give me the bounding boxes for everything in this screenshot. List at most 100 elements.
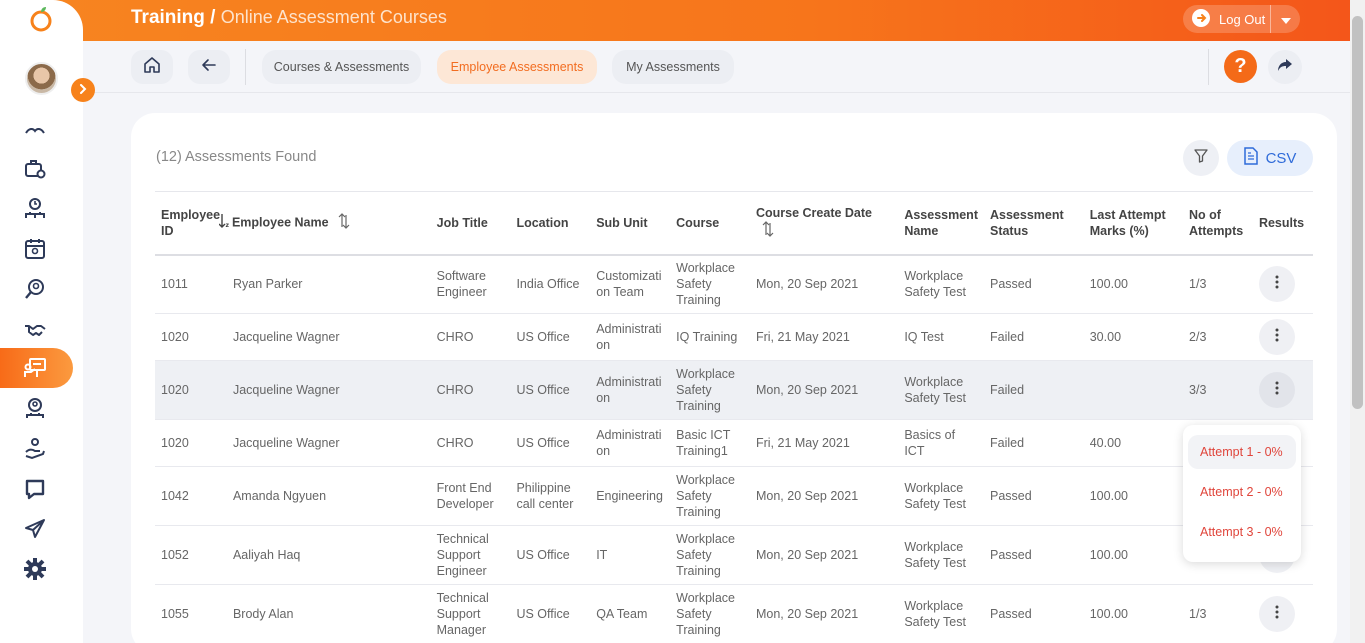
cell-results: [1252, 360, 1313, 420]
user-avatar[interactable]: [25, 62, 58, 95]
kebab-menu-icon: [1275, 381, 1279, 399]
page-scrollbar[interactable]: [1350, 0, 1365, 643]
row-actions-button[interactable]: [1258, 319, 1295, 355]
header-job-title[interactable]: Job Title: [431, 192, 511, 255]
cell-job-title: CHRO: [430, 360, 511, 420]
header-assessment-status[interactable]: Assessment Status: [984, 192, 1084, 255]
table-row: 1020 Jacqueline Wagner CHRO US Office Ad…: [155, 360, 1313, 420]
cell-assessment-name: IQ Test: [898, 313, 984, 361]
header-employee-id[interactable]: Employee ID: [155, 192, 227, 255]
cell-location: Philippine call center: [510, 466, 591, 526]
cell-location: US Office: [510, 313, 591, 361]
cell-employee-name: Aaliyah Haq: [226, 525, 431, 585]
logout-button[interactable]: Log Out: [1183, 5, 1271, 33]
header-course[interactable]: Course: [670, 192, 750, 255]
top-bar: Training / Online Assessment Courses Log…: [0, 0, 1350, 41]
nav-overview-icon[interactable]: [22, 124, 48, 138]
nav-chat-icon[interactable]: [22, 476, 48, 502]
header-course-create-date-label: Course Create Date: [755, 205, 872, 220]
cell-course-create-date: Mon, 20 Sep 2021: [749, 584, 899, 643]
row-actions-button[interactable]: [1258, 372, 1295, 408]
logout-button-group: Log Out: [1183, 5, 1300, 33]
tab-employee-assessments[interactable]: Employee Assessments: [437, 50, 597, 84]
cell-assessment-name: Basics of ICT: [898, 419, 984, 467]
cell-employee-id: 1042: [155, 466, 227, 526]
attempt-3-menu-item[interactable]: Attempt 3 - 0%: [1188, 515, 1296, 549]
cell-last-attempt-marks: 30.00: [1083, 313, 1184, 361]
nav-travel-icon[interactable]: [22, 516, 48, 542]
sort-toggle-icon[interactable]: [338, 212, 350, 233]
cell-employee-name: Amanda Ngyuen: [226, 466, 431, 526]
header-assessment-name[interactable]: Assessment Name: [898, 192, 984, 255]
csv-export-button[interactable]: CSV: [1227, 140, 1313, 176]
row-actions-button[interactable]: [1258, 266, 1295, 303]
nav-benefits-icon[interactable]: [22, 436, 48, 462]
header-results: Results: [1258, 215, 1305, 230]
cell-location: US Office: [510, 525, 591, 585]
cell-location: US Office: [510, 360, 591, 420]
sort-toggle-icon[interactable]: [762, 220, 774, 241]
sort-asc-icon[interactable]: z: [218, 213, 231, 233]
sidebar-expand-button[interactable]: [71, 78, 95, 102]
nav-settings-gear-icon[interactable]: [22, 556, 48, 582]
share-arrow-icon: [1276, 56, 1294, 79]
nav-performance-icon[interactable]: [22, 396, 48, 422]
cell-course: Workplace Safety Training: [670, 525, 750, 585]
cell-last-attempt-marks: 100.00: [1083, 525, 1184, 585]
share-button[interactable]: [1268, 50, 1302, 84]
cell-sub-unit: Engineering: [590, 466, 671, 526]
header-last-attempt-marks[interactable]: Last Attempt Marks (%): [1084, 192, 1183, 255]
cell-sub-unit: QA Team: [590, 584, 671, 643]
header-sub-unit[interactable]: Sub Unit: [590, 192, 670, 255]
attempt-1-menu-item[interactable]: Attempt 1 - 0%: [1188, 435, 1296, 469]
nav-time-people-icon[interactable]: [22, 196, 48, 222]
tab-my-assessments[interactable]: My Assessments: [612, 50, 734, 84]
nav-training-icon[interactable]: [22, 355, 48, 381]
cell-sub-unit: Administration: [590, 360, 671, 420]
cell-course: Workplace Safety Training: [670, 584, 750, 643]
cell-job-title: CHRO: [430, 313, 511, 361]
header-location[interactable]: Location: [510, 192, 590, 255]
cell-assessment-status: Failed: [983, 419, 1084, 467]
cell-assessment-name: Workplace Safety Test: [898, 360, 984, 420]
cell-sub-unit: IT: [590, 525, 671, 585]
table-row: 1020 Jacqueline Wagner CHRO US Office Ad…: [155, 313, 1313, 361]
cell-course: Workplace Safety Training: [670, 254, 750, 314]
logout-menu-toggle[interactable]: [1271, 12, 1300, 27]
nav-handshake-icon[interactable]: [22, 316, 48, 342]
table-row: 1011 Ryan Parker Software Engineer India…: [155, 254, 1313, 314]
help-button[interactable]: ?: [1224, 50, 1257, 83]
header-course-create-date[interactable]: Course Create Date: [750, 192, 898, 255]
kebab-menu-icon: [1275, 275, 1279, 293]
nav-recruitment-search-icon[interactable]: [22, 276, 48, 302]
nav-toolbox-settings-icon[interactable]: [22, 156, 48, 182]
filter-button[interactable]: [1183, 140, 1219, 176]
app-logo-icon[interactable]: [29, 6, 53, 32]
cell-course: Workplace Safety Training: [670, 360, 750, 420]
page-title-separator: /: [204, 7, 221, 28]
assessments-table: Employee ID z Employee Name Job Title Loc…: [155, 191, 1313, 643]
cell-employee-id: 1011: [155, 254, 227, 314]
header-no-of-attempts[interactable]: No of Attempts: [1183, 192, 1253, 255]
tab-courses-assessments[interactable]: Courses & Assessments: [262, 50, 421, 84]
table-row: 1055 Brody Alan Technical Support Manage…: [155, 584, 1313, 643]
home-button[interactable]: [131, 50, 173, 84]
cell-assessment-status: Failed: [983, 313, 1084, 361]
cell-employee-name: Ryan Parker: [226, 254, 431, 314]
nav-calendar-icon[interactable]: [22, 236, 48, 262]
back-button[interactable]: [188, 50, 230, 84]
table-row: 1020 Jacqueline Wagner CHRO US Office Ad…: [155, 419, 1313, 467]
filter-funnel-icon: [1193, 148, 1209, 169]
scrollbar-thumb[interactable]: [1352, 16, 1363, 409]
header-employee-name[interactable]: z Employee Name: [218, 192, 431, 255]
cell-employee-id: 1020: [155, 313, 227, 361]
kebab-menu-icon: [1275, 328, 1279, 346]
attempt-2-menu-item[interactable]: Attempt 2 - 0%: [1188, 475, 1296, 509]
cell-last-attempt-marks: 40.00: [1083, 419, 1184, 467]
cell-job-title: Software Engineer: [430, 254, 511, 314]
cell-location: India Office: [510, 254, 591, 314]
table-row: 1042 Amanda Ngyuen Front End Developer P…: [155, 466, 1313, 526]
cell-employee-id: 1020: [155, 360, 227, 420]
cell-job-title: Technical Support Manager: [430, 584, 511, 643]
row-actions-button[interactable]: [1258, 596, 1295, 632]
